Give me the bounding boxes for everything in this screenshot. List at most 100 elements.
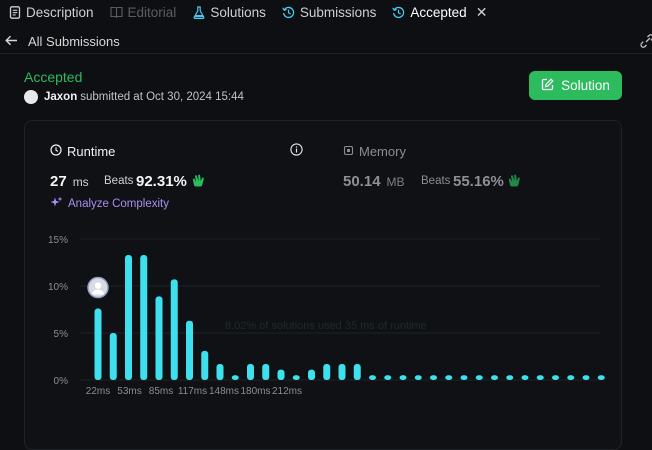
- chart-bar[interactable]: [430, 375, 437, 380]
- problem-tabs: Description Editorial Solutions Submissi…: [0, 0, 652, 24]
- chart-bar[interactable]: [567, 375, 575, 380]
- chart-bar[interactable]: [460, 375, 468, 380]
- y-tick-label: 10%: [48, 282, 68, 293]
- tab-label: Submissions: [299, 4, 377, 20]
- chart-bar[interactable]: [353, 364, 361, 380]
- tab-label: Accepted: [410, 4, 467, 20]
- chart-bar[interactable]: [475, 375, 483, 380]
- link-icon[interactable]: [640, 34, 652, 51]
- x-tick-label: 148ms: [209, 386, 239, 397]
- chart-bar[interactable]: [216, 364, 224, 380]
- chart-bar[interactable]: [94, 308, 102, 380]
- clapping-hands-icon: [507, 173, 522, 192]
- chart-bar[interactable]: [186, 320, 193, 380]
- chart-bar[interactable]: [414, 375, 422, 380]
- flask-icon: [192, 5, 205, 19]
- chart-bar[interactable]: [323, 364, 331, 380]
- x-tick-label: 212ms: [272, 386, 302, 397]
- y-tick-label: 15%: [48, 235, 68, 246]
- runtime-distribution-chart: 0% 5% 10% 15% 22ms 53ms 85ms 117ms 148ms 180ms 21…: [48, 235, 605, 397]
- tab-label: Description: [26, 4, 94, 20]
- runtime-value: 27 ms: [50, 173, 89, 190]
- chart-bar[interactable]: [536, 375, 544, 380]
- runtime-label-text: Runtime: [67, 144, 116, 159]
- avatar-head: [94, 282, 102, 289]
- memory-beats-label: Beats: [421, 175, 451, 187]
- clock-icon: [50, 144, 62, 159]
- tab-description[interactable]: Description: [0, 0, 102, 24]
- chart-bar[interactable]: [277, 369, 285, 380]
- chart-bar[interactable]: [125, 254, 132, 380]
- history-icon: [282, 6, 295, 19]
- tab-editorial[interactable]: Editorial: [102, 0, 185, 24]
- tab-label: Solutions: [210, 4, 266, 20]
- x-tick-label: 53ms: [117, 386, 141, 397]
- chart-bar[interactable]: [521, 375, 529, 380]
- chart-bar[interactable]: [201, 350, 209, 380]
- runtime-label[interactable]: Runtime: [50, 144, 115, 159]
- solution-button[interactable]: Solution: [529, 71, 622, 100]
- clapping-hands-icon: [191, 173, 206, 192]
- memory-value: 50.14 MB: [343, 173, 405, 190]
- chart-bar[interactable]: [262, 364, 270, 380]
- runtime-beats-value: 92.31%: [136, 173, 187, 190]
- memory-beats-value: 55.16%: [453, 173, 504, 190]
- chart-bar[interactable]: [155, 296, 163, 380]
- chart-bar[interactable]: [582, 375, 590, 380]
- history-icon: [392, 6, 405, 19]
- chart-bar[interactable]: [597, 375, 605, 380]
- x-tick-label: 85ms: [149, 386, 173, 397]
- chart-bar[interactable]: [491, 375, 498, 380]
- y-tick-label: 0%: [54, 376, 69, 387]
- tab-submissions[interactable]: Submissions: [274, 0, 385, 24]
- chart-bar[interactable]: [384, 375, 392, 380]
- y-tick-label: 5%: [54, 329, 69, 340]
- runtime-number: 27: [50, 173, 67, 190]
- document-icon: [8, 5, 21, 19]
- runtime-unit: ms: [72, 175, 89, 189]
- analyze-label: Analyze Complexity: [68, 198, 169, 210]
- runtime-beats-label: Beats: [104, 175, 134, 187]
- analyze-complexity-button[interactable]: Analyze Complexity: [50, 196, 169, 212]
- memory-unit: MB: [386, 175, 405, 189]
- chart-bar[interactable]: [338, 364, 346, 380]
- x-tick-label: 180ms: [240, 386, 270, 397]
- x-axis-labels: 22ms 53ms 85ms 117ms 148ms 180ms 212ms: [86, 386, 302, 397]
- chart-bar[interactable]: [170, 279, 178, 380]
- tab-solutions[interactable]: Solutions: [184, 0, 274, 24]
- chart-bar[interactable]: [140, 254, 148, 380]
- chart-bar[interactable]: [109, 333, 117, 380]
- avatar[interactable]: [24, 90, 38, 104]
- x-tick-label: 117ms: [178, 386, 207, 397]
- chart-bar[interactable]: [247, 364, 254, 380]
- edit-icon: [541, 77, 554, 94]
- submission-status: Accepted: [24, 69, 83, 85]
- submission-subnav: All Submissions: [0, 30, 652, 54]
- chart-bar[interactable]: [399, 375, 407, 380]
- tab-accepted[interactable]: Accepted ✕: [384, 0, 495, 24]
- chart-bar[interactable]: [308, 369, 315, 380]
- memory-label-text: Memory: [359, 144, 406, 159]
- book-icon: [109, 6, 123, 19]
- chart-bar[interactable]: [506, 375, 514, 380]
- x-tick-label: 22ms: [86, 386, 110, 397]
- sparkle-icon: [50, 196, 63, 212]
- chart-bar[interactable]: [292, 375, 300, 380]
- all-submissions-link[interactable]: All Submissions: [28, 34, 120, 49]
- chart-bar[interactable]: [369, 375, 376, 380]
- info-icon[interactable]: [290, 143, 303, 161]
- your-submission-marker: [87, 276, 109, 299]
- chart-bar[interactable]: [231, 375, 239, 380]
- memory-number: 50.14: [343, 173, 381, 190]
- chart-bar[interactable]: [445, 375, 453, 380]
- username[interactable]: Jaxon: [44, 91, 77, 103]
- y-axis-labels: 0% 5% 10% 15%: [48, 235, 68, 387]
- chart-bar[interactable]: [552, 375, 559, 380]
- chart-bars: [94, 254, 605, 380]
- memory-label[interactable]: Memory: [343, 144, 406, 159]
- close-icon[interactable]: ✕: [476, 4, 488, 21]
- back-arrow-icon[interactable]: [5, 34, 18, 49]
- chip-icon: [343, 144, 354, 159]
- submitted-time: submitted at Oct 30, 2024 15:44: [80, 91, 244, 103]
- submission-meta: Jaxon submitted at Oct 30, 2024 15:44: [24, 90, 244, 104]
